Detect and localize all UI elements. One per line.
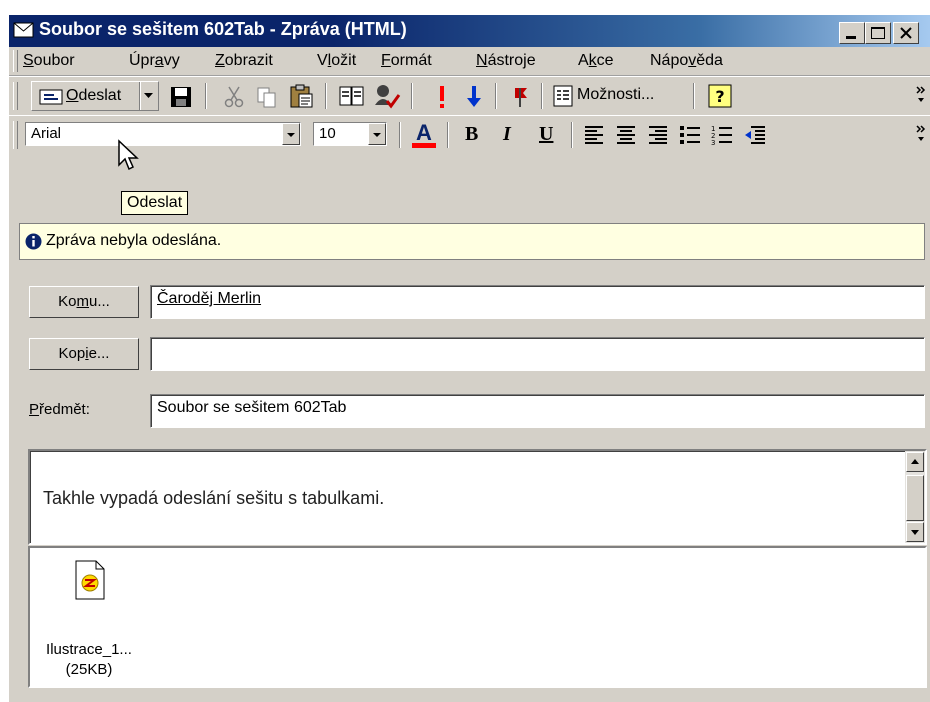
body-text[interactable]: Takhle vypadá odeslání sešitu s tabulkam… [43, 488, 384, 509]
send-button[interactable]: Odeslat [31, 81, 159, 111]
menu-upravy[interactable]: Úpravy [129, 52, 180, 70]
font-size-dropdown[interactable] [368, 123, 386, 145]
menu-format[interactable]: Formát [381, 52, 432, 70]
format-toolbar-grip[interactable] [13, 121, 18, 149]
menu-grip[interactable] [13, 50, 18, 72]
decrease-indent-icon[interactable] [743, 124, 767, 146]
toolbar-grip[interactable] [13, 82, 18, 110]
chevron-down-icon [373, 133, 381, 137]
bullets-icon[interactable] [679, 124, 701, 146]
subject-field[interactable]: Soubor se sešitem 602Tab [150, 394, 925, 428]
font-color-icon[interactable]: A [411, 120, 437, 150]
low-importance-icon[interactable] [465, 85, 483, 109]
window-title: Soubor se sešitem 602Tab - Zpráva (HTML) [39, 19, 407, 39]
to-button[interactable]: Komu... [29, 286, 139, 318]
file-602tab-icon [75, 560, 105, 600]
menu-zobrazit[interactable]: Zobrazit [215, 52, 273, 70]
scroll-thumb[interactable] [906, 475, 924, 521]
attachment-item[interactable]: Ilustrace_1... (25KB) [34, 556, 144, 686]
menu-napoveda[interactable]: Nápověda [650, 52, 723, 70]
info-icon [25, 233, 42, 250]
align-left-icon[interactable] [583, 124, 605, 146]
body-scrollbar[interactable] [905, 451, 925, 543]
options-label: Možnosti... [577, 86, 655, 103]
arrow-up-icon [911, 459, 919, 464]
paste-icon[interactable] [289, 83, 315, 109]
svg-text:?: ? [715, 87, 724, 106]
svg-text:3: 3 [711, 139, 715, 146]
maximize-button[interactable] [865, 22, 891, 44]
follow-up-flag-icon[interactable] [511, 85, 531, 109]
align-center-icon[interactable] [615, 124, 637, 146]
align-right-icon[interactable] [647, 124, 669, 146]
save-icon[interactable] [169, 85, 193, 109]
info-bar: Zpráva nebyla odeslána. [19, 223, 925, 260]
menu-soubor[interactable]: Soubor [23, 52, 75, 70]
bold-button[interactable]: B [465, 123, 478, 146]
font-name-combo[interactable]: Arial [25, 122, 301, 146]
chevron-down-icon [287, 133, 295, 137]
maximize-icon [871, 27, 885, 39]
mouse-pointer-icon [118, 139, 139, 171]
scroll-down-button[interactable] [906, 522, 924, 542]
menu-bar: Soubor Úpravy Zobrazit Vložit Formát Nás… [9, 47, 930, 76]
options-icon [553, 85, 573, 107]
font-name-value: Arial [31, 125, 62, 142]
font-name-dropdown[interactable] [282, 123, 300, 145]
close-icon [900, 27, 912, 39]
menu-akce[interactable]: Akce [578, 52, 614, 70]
close-button[interactable] [893, 22, 919, 44]
tooltip: Odeslat [121, 191, 189, 215]
minimize-icon [846, 36, 856, 39]
numbering-icon[interactable]: 123 [711, 124, 733, 146]
toolbar-overflow-icon[interactable] [915, 85, 927, 105]
envelope-icon [13, 22, 34, 38]
format-overflow-icon[interactable] [915, 124, 927, 144]
italic-button[interactable]: I [503, 123, 511, 146]
check-names-icon[interactable] [373, 83, 401, 109]
arrow-down-icon [911, 530, 919, 535]
to-field[interactable]: Čaroděj Merlin [150, 285, 925, 319]
send-icon [39, 89, 63, 105]
subject-label: Předmět: [29, 401, 90, 418]
message-window: Soubor se sešitem 602Tab - Zpráva (HTML)… [8, 15, 930, 702]
help-icon[interactable]: ? [707, 84, 733, 108]
font-size-combo[interactable]: 10 [313, 122, 387, 146]
svg-text:A: A [416, 120, 432, 145]
cc-button[interactable]: Kopie... [29, 338, 139, 370]
menu-nastroje[interactable]: Nástroje [476, 52, 536, 70]
cc-field[interactable] [150, 337, 925, 371]
options-button[interactable]: Možnosti... [549, 81, 669, 111]
subject-value: Soubor se sešitem 602Tab [157, 399, 347, 416]
attachment-name: Ilustrace_1... [46, 641, 132, 658]
formatting-toolbar: Arial 10 A B I U 1 2 3 [9, 115, 930, 154]
underline-button[interactable]: U [539, 123, 553, 146]
attachment-size: (25KB) [65, 661, 113, 678]
chevron-down-icon[interactable] [144, 93, 153, 99]
copy-icon[interactable] [255, 85, 279, 109]
minimize-button[interactable] [839, 22, 865, 44]
address-book-icon[interactable] [339, 85, 365, 107]
menu-vlozit[interactable]: Vložit [317, 52, 356, 70]
scroll-up-button[interactable] [906, 452, 924, 472]
title-bar[interactable]: Soubor se sešitem 602Tab - Zpráva (HTML) [9, 15, 930, 47]
cut-icon[interactable] [223, 85, 245, 109]
info-message: Zpráva nebyla odeslána. [46, 232, 222, 249]
standard-toolbar: Odeslat Možnosti... ? [9, 76, 930, 116]
send-label: Odeslat [66, 87, 122, 104]
font-size-value: 10 [319, 125, 336, 142]
message-body[interactable]: Takhle vypadá odeslání sešitu s tabulkam… [28, 449, 927, 545]
attachments-pane: Ilustrace_1... (25KB) [28, 546, 927, 688]
to-recipient[interactable]: Čaroděj Merlin [157, 290, 261, 308]
high-importance-icon[interactable] [437, 85, 447, 109]
